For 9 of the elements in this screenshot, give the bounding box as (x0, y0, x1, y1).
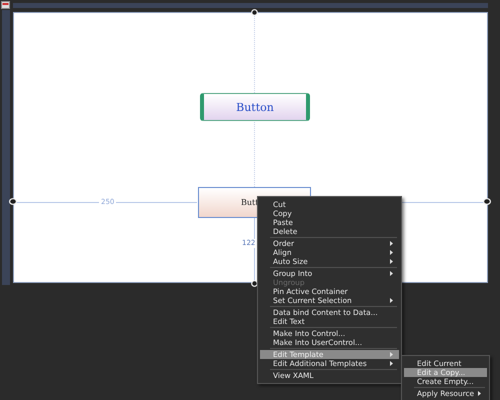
submenu-arrow-icon (390, 271, 393, 276)
pin-icon[interactable] (9, 198, 17, 205)
document-icon[interactable] (1, 1, 10, 9)
canvas-button[interactable]: Button (200, 93, 310, 121)
submenu-arrow-icon (478, 391, 481, 396)
pin-icon[interactable] (251, 9, 258, 16)
pin-icon[interactable] (251, 280, 258, 287)
submenu-arrow-icon (390, 298, 393, 303)
pin-icon[interactable] (483, 198, 491, 205)
